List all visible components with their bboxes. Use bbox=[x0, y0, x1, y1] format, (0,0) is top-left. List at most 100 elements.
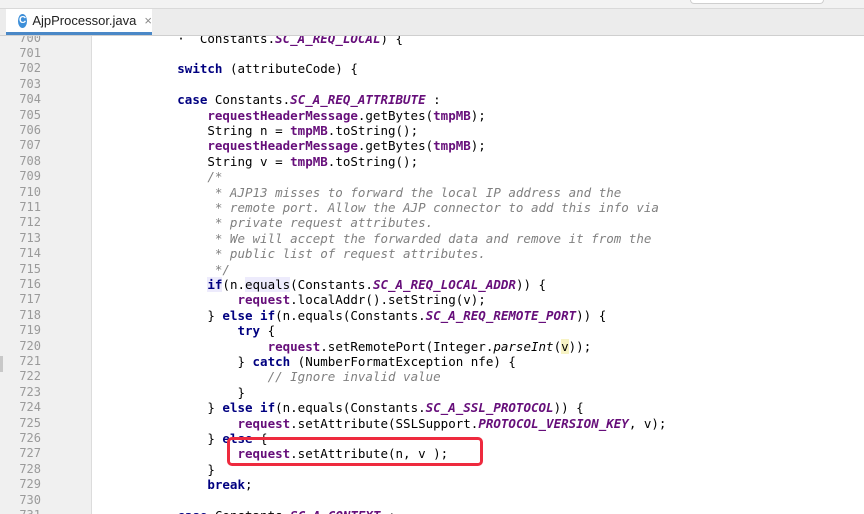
code-line[interactable]: 700 · Constants.SC_A_REQ_LOCAL) { bbox=[0, 36, 864, 46]
code-text: // Ignore invalid value bbox=[102, 369, 441, 384]
top-scroll-handle[interactable] bbox=[690, 0, 824, 4]
line-number: 702 bbox=[19, 61, 41, 76]
code-line[interactable]: 713 * We will accept the forwarded data … bbox=[0, 231, 864, 246]
tab-label: AjpProcessor.java bbox=[32, 13, 137, 28]
code-line[interactable]: 711 * remote port. Allow the AJP connect… bbox=[0, 200, 864, 215]
code-token: } bbox=[102, 384, 245, 400]
code-token: (attributeCode) { bbox=[222, 61, 358, 77]
code-line[interactable]: 716 if(n.equals(Constants.SC_A_REQ_LOCAL… bbox=[0, 276, 864, 292]
code-line[interactable]: 731 case Constants.SC_A_CONTEXT : bbox=[0, 508, 864, 514]
code-token: String n = bbox=[102, 122, 291, 138]
code-line[interactable]: 721 } catch (NumberFormatException nfe) … bbox=[0, 354, 864, 369]
code-token: requestHeaderMessage bbox=[207, 107, 358, 123]
code-line[interactable]: 708 String v = tmpMB.toString(); bbox=[0, 154, 864, 169]
code-line[interactable]: 712 * private request attributes. bbox=[0, 215, 864, 230]
line-number: 722 bbox=[19, 369, 41, 384]
line-number: 720 bbox=[19, 338, 41, 353]
line-number: 700 bbox=[19, 36, 41, 45]
code-token: else if bbox=[222, 400, 276, 416]
code-token: (n.equals(Constants. bbox=[275, 400, 426, 416]
code-token: SC_A_REQ_ATTRIBUTE bbox=[290, 92, 426, 108]
code-line[interactable]: 709 /* bbox=[0, 169, 864, 184]
line-number: 717 bbox=[19, 292, 41, 307]
code-line[interactable]: 720 request.setRemotePort(Integer.parseI… bbox=[0, 338, 864, 354]
code-line[interactable]: 730 bbox=[0, 493, 864, 508]
code-line[interactable]: 729 break; bbox=[0, 477, 864, 492]
code-token: } bbox=[102, 400, 223, 416]
code-line[interactable]: 717 request.localAddr().setString(v); bbox=[0, 292, 864, 307]
code-text: request.setRemotePort(Integer.parseInt(v… bbox=[102, 338, 592, 354]
code-text: String n = tmpMB.toString(); bbox=[102, 123, 418, 138]
close-icon[interactable]: × bbox=[144, 13, 152, 28]
code-line[interactable]: 714 * public list of request attributes. bbox=[0, 246, 864, 261]
code-text: if(n.equals(Constants.SC_A_REQ_LOCAL_ADD… bbox=[102, 276, 546, 292]
code-token: tmpMB bbox=[290, 122, 328, 138]
code-token: : bbox=[425, 92, 441, 108]
code-line[interactable]: 719 try { bbox=[0, 323, 864, 338]
code-line[interactable]: 723 } bbox=[0, 385, 864, 400]
highlight-box bbox=[227, 437, 483, 466]
code-text: * private request attributes. bbox=[102, 215, 433, 230]
code-line[interactable]: 718 } else if(n.equals(Constants.SC_A_RE… bbox=[0, 308, 864, 323]
line-number: 714 bbox=[19, 246, 41, 261]
code-line[interactable]: 702 switch (attributeCode) { bbox=[0, 61, 864, 76]
code-token: } bbox=[102, 461, 215, 477]
code-token: , v); bbox=[628, 415, 667, 431]
code-token: tmpMB bbox=[290, 153, 328, 169]
code-token: request bbox=[237, 415, 291, 431]
code-line[interactable]: 725 request.setAttribute(SSLSupport.PROT… bbox=[0, 416, 864, 431]
line-number: 705 bbox=[19, 107, 41, 122]
line-number: 701 bbox=[19, 45, 41, 60]
line-number: 718 bbox=[19, 307, 41, 322]
code-token: Constants. bbox=[207, 92, 291, 108]
code-line[interactable]: 707 requestHeaderMessage.getBytes(tmpMB)… bbox=[0, 138, 864, 153]
code-token: )); bbox=[568, 338, 592, 354]
code-token: .toString(); bbox=[327, 153, 419, 169]
code-token: tmpMB bbox=[433, 107, 471, 123]
code-token: } bbox=[102, 307, 223, 323]
code-token: // Ignore invalid value bbox=[267, 369, 441, 385]
code-line[interactable]: 705 requestHeaderMessage.getBytes(tmpMB)… bbox=[0, 108, 864, 123]
code-line[interactable]: 704 case Constants.SC_A_REQ_ATTRIBUTE : bbox=[0, 92, 864, 107]
code-line[interactable]: 724 } else if(n.equals(Constants.SC_A_SS… bbox=[0, 400, 864, 415]
code-token: request bbox=[267, 338, 321, 354]
code-text: } else if(n.equals(Constants.SC_A_REQ_RE… bbox=[102, 308, 606, 323]
code-line[interactable]: 710 * AJP13 misses to forward the local … bbox=[0, 185, 864, 200]
code-editor[interactable]: 700 · Constants.SC_A_REQ_LOCAL) {701 702 … bbox=[0, 36, 864, 514]
code-token: ); bbox=[470, 138, 486, 154]
code-token: * We will accept the forwarded data and … bbox=[207, 230, 652, 246]
code-text: * AJP13 misses to forward the local IP a… bbox=[102, 185, 621, 200]
tab-ajp-processor[interactable]: C AjpProcessor.java × bbox=[6, 9, 152, 35]
code-token: tmpMB bbox=[433, 138, 471, 154]
code-token: v bbox=[561, 338, 569, 354]
code-token: requestHeaderMessage bbox=[207, 138, 358, 154]
code-token: .setRemotePort(Integer. bbox=[320, 338, 494, 354]
code-text: · Constants.SC_A_REQ_LOCAL) { bbox=[102, 36, 403, 46]
code-token: * private request attributes. bbox=[207, 215, 434, 231]
line-number: 724 bbox=[19, 400, 41, 415]
code-text: */ bbox=[102, 262, 230, 277]
line-number: 731 bbox=[0, 508, 41, 514]
code-line[interactable]: 715 */ bbox=[0, 262, 864, 277]
line-number: 703 bbox=[19, 76, 41, 91]
code-line[interactable]: 703 bbox=[0, 77, 864, 92]
code-line[interactable]: 706 String n = tmpMB.toString(); bbox=[0, 123, 864, 138]
code-line[interactable]: 722 // Ignore invalid value bbox=[0, 369, 864, 384]
code-text: case Constants.SC_A_REQ_ATTRIBUTE : bbox=[102, 92, 441, 108]
code-token: String v = bbox=[102, 153, 291, 169]
code-text: } catch (NumberFormatException nfe) { bbox=[102, 354, 515, 369]
line-number: 723 bbox=[19, 384, 41, 399]
code-line[interactable]: 701 bbox=[0, 46, 864, 61]
line-number: 708 bbox=[19, 153, 41, 168]
